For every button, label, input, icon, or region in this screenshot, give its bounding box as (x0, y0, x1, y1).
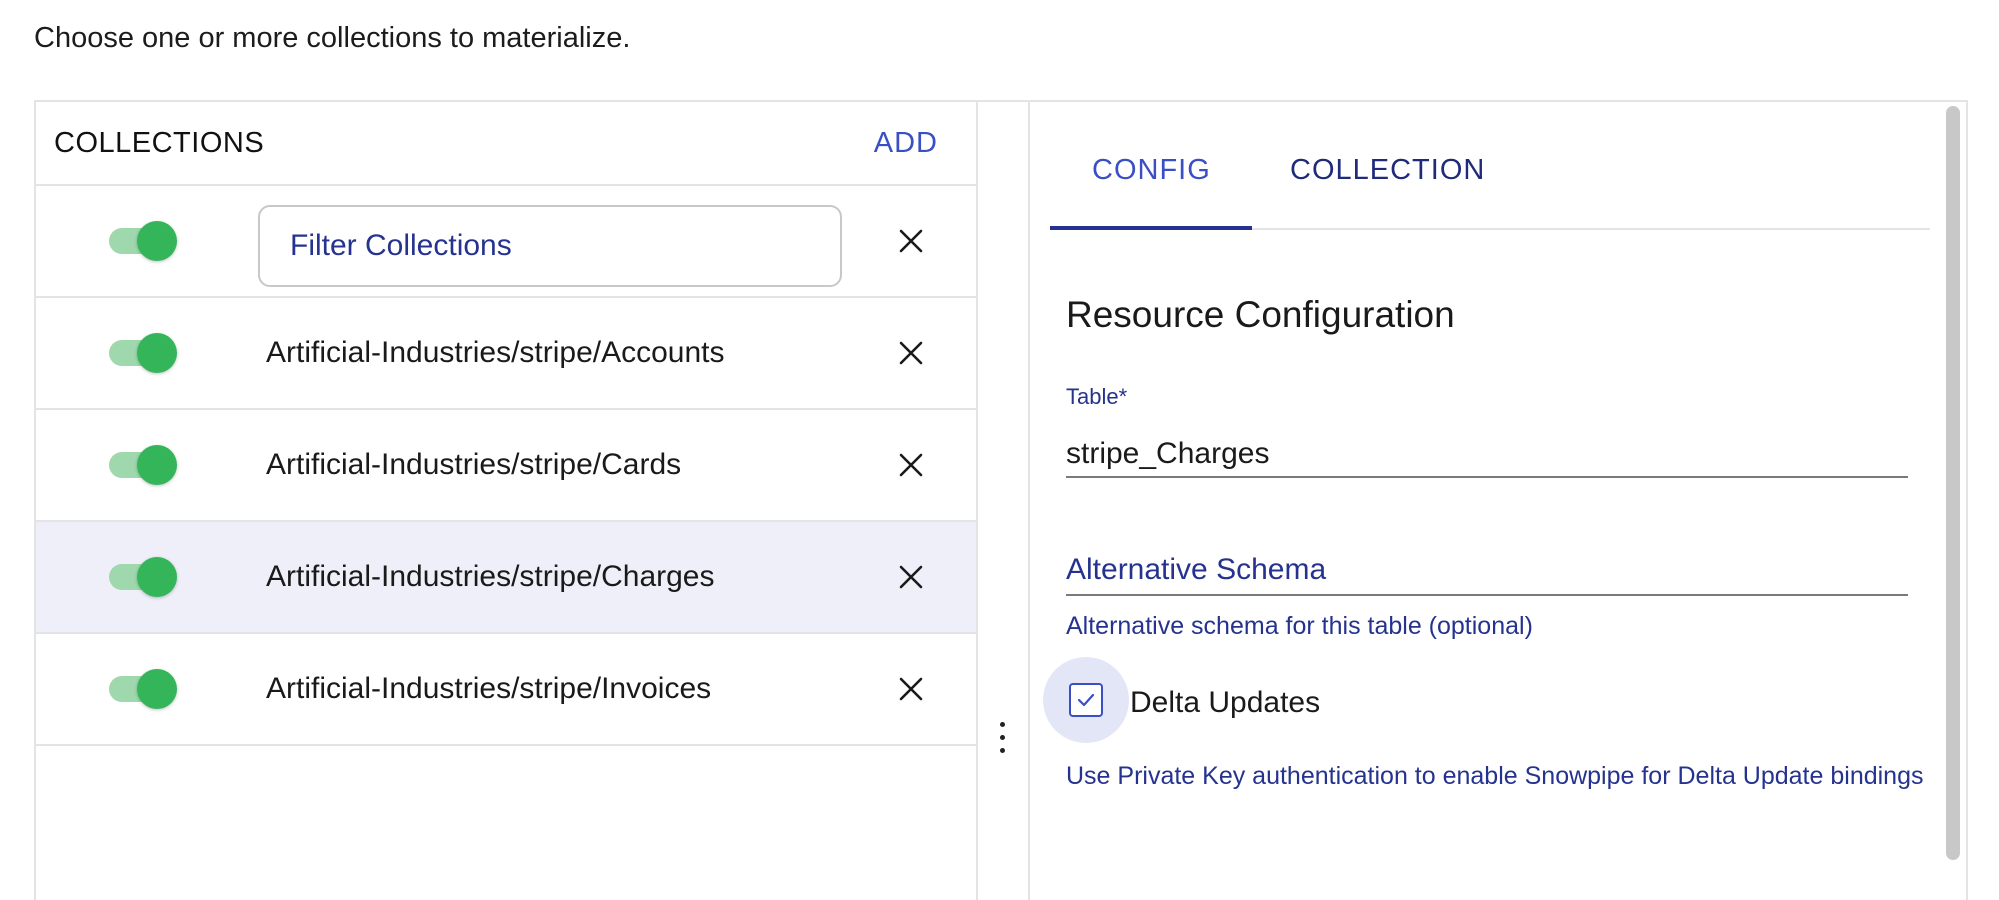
tab-config[interactable]: CONFIG (1092, 154, 1211, 187)
remove-collection-close-icon[interactable] (896, 562, 926, 592)
filter-collections-input[interactable] (258, 205, 842, 287)
remove-collection-close-icon[interactable] (896, 674, 926, 704)
delta-updates-checkbox[interactable] (1043, 657, 1129, 743)
config-tabs: CONFIG COLLECTION (1050, 102, 1930, 230)
materialization-panel: COLLECTIONS ADD Artificial-Industries/st… (34, 100, 1968, 900)
collections-list-panel: COLLECTIONS ADD Artificial-Industries/st… (36, 102, 978, 900)
vertical-scrollbar[interactable] (1946, 106, 1960, 860)
collection-row-accounts[interactable]: Artificial-Industries/stripe/Accounts (36, 298, 976, 410)
tab-collection[interactable]: COLLECTION (1290, 154, 1485, 187)
drag-handle-icon (1000, 722, 1006, 761)
collection-name: Artificial-Industries/stripe/Cards (266, 448, 682, 481)
filter-row (36, 186, 976, 298)
add-collection-button[interactable]: ADD (874, 127, 938, 160)
alternative-schema-helper: Alternative schema for this table (optio… (1066, 612, 1533, 640)
remove-collection-close-icon[interactable] (896, 450, 926, 480)
required-marker: * (1118, 384, 1128, 409)
config-panel: CONFIG COLLECTION Resource Configuration… (1030, 102, 1966, 900)
table-field-label: Table* (1066, 384, 1128, 409)
collection-row-invoices[interactable]: Artificial-Industries/stripe/Invoices (36, 634, 976, 746)
collection-row-charges[interactable]: Artificial-Industries/stripe/Charges (36, 522, 976, 634)
clear-filter-close-icon[interactable] (896, 226, 926, 256)
panel-resize-handle[interactable] (978, 102, 1030, 900)
collection-name: Artificial-Industries/stripe/Invoices (266, 672, 712, 705)
collections-header: COLLECTIONS ADD (36, 102, 976, 186)
collections-title: COLLECTIONS (54, 126, 265, 159)
table-name-input[interactable] (1066, 432, 1908, 478)
active-tab-indicator (1050, 226, 1252, 230)
delta-updates-helper: Use Private Key authentication to enable… (1066, 762, 1924, 790)
collection-enable-switch[interactable] (109, 445, 177, 485)
section-title: Resource Configuration (1066, 294, 1455, 335)
collection-name: Artificial-Industries/stripe/Charges (266, 560, 715, 593)
remove-collection-close-icon[interactable] (896, 338, 926, 368)
collection-enable-switch[interactable] (109, 557, 177, 597)
page-instructions: Choose one or more collections to materi… (34, 22, 631, 54)
alternative-schema-input[interactable] (1066, 546, 1908, 596)
collection-enable-switch[interactable] (109, 669, 177, 709)
collection-enable-switch[interactable] (109, 333, 177, 373)
checkbox-checked-icon (1069, 683, 1103, 717)
delta-updates-label: Delta Updates (1130, 686, 1321, 719)
toggle-all-switch[interactable] (109, 221, 177, 261)
collection-row-cards[interactable]: Artificial-Industries/stripe/Cards (36, 410, 976, 522)
collection-name: Artificial-Industries/stripe/Accounts (266, 336, 725, 369)
